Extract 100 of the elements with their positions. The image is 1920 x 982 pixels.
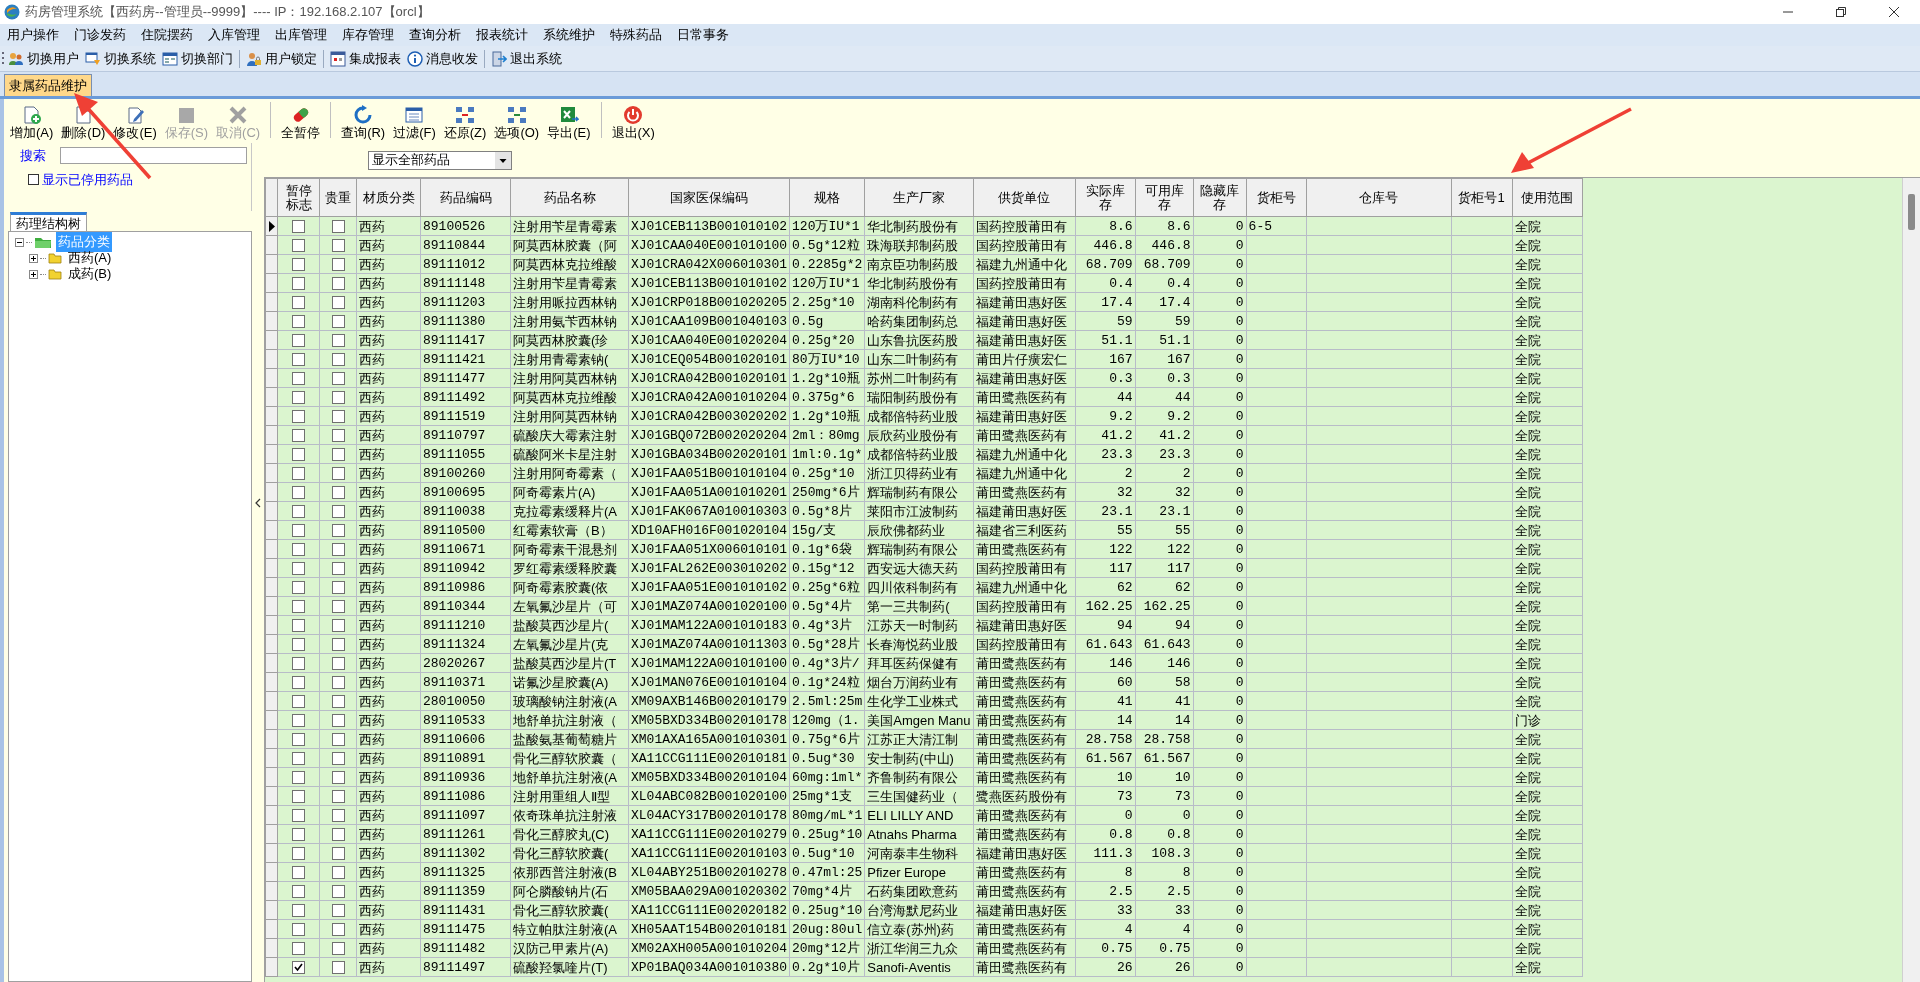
checkbox[interactable] <box>331 599 345 613</box>
checkbox[interactable] <box>292 618 305 632</box>
checkbox[interactable] <box>331 561 345 575</box>
checkbox[interactable] <box>292 428 305 442</box>
checkbox[interactable] <box>331 485 345 499</box>
checkbox[interactable] <box>331 922 345 936</box>
checkbox[interactable] <box>292 656 305 670</box>
checkbox[interactable] <box>331 523 345 537</box>
checkbox[interactable] <box>331 770 345 784</box>
checkbox[interactable] <box>292 523 305 537</box>
restore-icon[interactable] <box>1835 6 1847 18</box>
checkbox[interactable] <box>292 390 305 404</box>
column-header[interactable]: 国家医保编码 <box>628 178 790 217</box>
checkbox[interactable] <box>292 827 305 841</box>
checkbox[interactable] <box>292 770 305 784</box>
checkbox[interactable] <box>331 371 345 385</box>
checkbox[interactable] <box>292 485 305 499</box>
checkbox[interactable] <box>331 504 345 518</box>
checkbox[interactable] <box>331 542 345 556</box>
checkbox[interactable] <box>331 447 345 461</box>
column-header[interactable]: 仓库号 <box>1306 178 1452 217</box>
checkbox[interactable] <box>292 580 305 594</box>
checkbox[interactable] <box>292 751 305 765</box>
toolbar-button[interactable]: 修改(E) <box>109 105 161 141</box>
column-header[interactable]: 药品编码 <box>420 178 511 217</box>
menu-item[interactable]: 住院摆药 <box>136 25 198 45</box>
row-header[interactable] <box>265 216 278 236</box>
checkbox[interactable] <box>292 295 305 309</box>
search-field[interactable] <box>60 147 247 165</box>
checkbox[interactable] <box>331 827 345 841</box>
checkbox[interactable] <box>292 637 305 651</box>
menu-item[interactable]: 系统维护 <box>538 25 600 45</box>
expand-icon[interactable] <box>29 253 38 263</box>
column-header[interactable]: 药品名称 <box>510 178 629 217</box>
toolbar-button[interactable]: 集成报表 <box>327 47 404 70</box>
checkbox[interactable] <box>331 732 345 746</box>
checkbox[interactable] <box>292 903 305 917</box>
checkbox[interactable] <box>331 960 345 974</box>
checkbox[interactable] <box>331 884 345 898</box>
checkbox[interactable] <box>292 922 305 936</box>
checkbox[interactable] <box>292 504 305 518</box>
checkbox[interactable] <box>292 257 305 271</box>
checkbox[interactable] <box>331 238 345 252</box>
checkbox[interactable] <box>331 314 345 328</box>
checkbox[interactable] <box>292 846 305 860</box>
menu-item[interactable]: 报表统计 <box>471 25 533 45</box>
checkbox[interactable] <box>292 713 305 727</box>
checkbox[interactable] <box>292 333 305 347</box>
checkbox[interactable] <box>331 352 345 366</box>
checkbox[interactable] <box>292 884 305 898</box>
toolbar-button[interactable]: 全暂停 <box>277 105 325 141</box>
toolbar-button[interactable]: 查询(R) <box>337 105 390 141</box>
column-header[interactable]: 隐藏库存 <box>1193 178 1247 217</box>
collapse-icon[interactable] <box>15 237 24 247</box>
checkbox[interactable] <box>331 428 345 442</box>
column-header[interactable]: 材质分类 <box>356 178 421 217</box>
column-header[interactable]: 实际库存 <box>1075 178 1136 217</box>
checkbox[interactable] <box>292 808 305 822</box>
toolbar-button[interactable]: 切换系统 <box>82 47 159 70</box>
checkbox[interactable] <box>292 219 305 233</box>
column-header[interactable]: 规格 <box>789 178 865 217</box>
checkbox[interactable] <box>292 865 305 879</box>
column-header[interactable]: 可用库存 <box>1135 178 1194 217</box>
column-header[interactable]: 货柜号1 <box>1451 178 1513 217</box>
checkbox[interactable] <box>292 732 305 746</box>
checkbox[interactable] <box>331 637 345 651</box>
checkbox[interactable] <box>331 390 345 404</box>
checkbox[interactable] <box>331 713 345 727</box>
checkbox[interactable] <box>292 599 305 613</box>
checkbox[interactable] <box>331 789 345 803</box>
menu-item[interactable]: 入库管理 <box>203 25 265 45</box>
column-header[interactable]: 使用范围 <box>1512 178 1583 217</box>
menu-item[interactable]: 用户操作 <box>2 25 64 45</box>
menu-item[interactable]: 查询分析 <box>404 25 466 45</box>
checkbox[interactable] <box>331 865 345 879</box>
toolbar-button[interactable]: 退出(X) <box>607 105 659 141</box>
menu-item[interactable]: 特殊药品 <box>605 25 667 45</box>
menu-item[interactable]: 门诊发药 <box>69 25 131 45</box>
checkbox[interactable] <box>331 618 345 632</box>
expand-icon[interactable] <box>29 269 38 279</box>
checkbox[interactable] <box>292 561 305 575</box>
column-header[interactable]: 暂停标志 <box>277 178 320 217</box>
checkbox[interactable] <box>331 846 345 860</box>
toolbar-button[interactable]: 选项(O) <box>490 105 544 141</box>
checkbox-label[interactable]: 显示已停用药品 <box>42 169 133 189</box>
checkbox[interactable] <box>331 333 345 347</box>
close-icon[interactable] <box>1888 6 1900 18</box>
column-header[interactable]: 供货单位 <box>973 178 1076 217</box>
checkbox[interactable] <box>292 941 305 955</box>
checkbox[interactable] <box>292 276 305 290</box>
menu-item[interactable]: 日常事务 <box>672 25 734 45</box>
checkbox[interactable] <box>331 295 345 309</box>
filter-dropdown[interactable]: 显示全部药品 <box>368 150 512 170</box>
menu-item[interactable]: 库存管理 <box>337 25 399 45</box>
checkbox[interactable] <box>331 409 345 423</box>
checkbox[interactable] <box>292 466 305 480</box>
toolbar-button[interactable]: 增加(A) <box>6 105 58 141</box>
checkbox[interactable] <box>331 808 345 822</box>
checkbox[interactable] <box>331 941 345 955</box>
tab[interactable]: 隶属药品维护 <box>4 74 92 96</box>
